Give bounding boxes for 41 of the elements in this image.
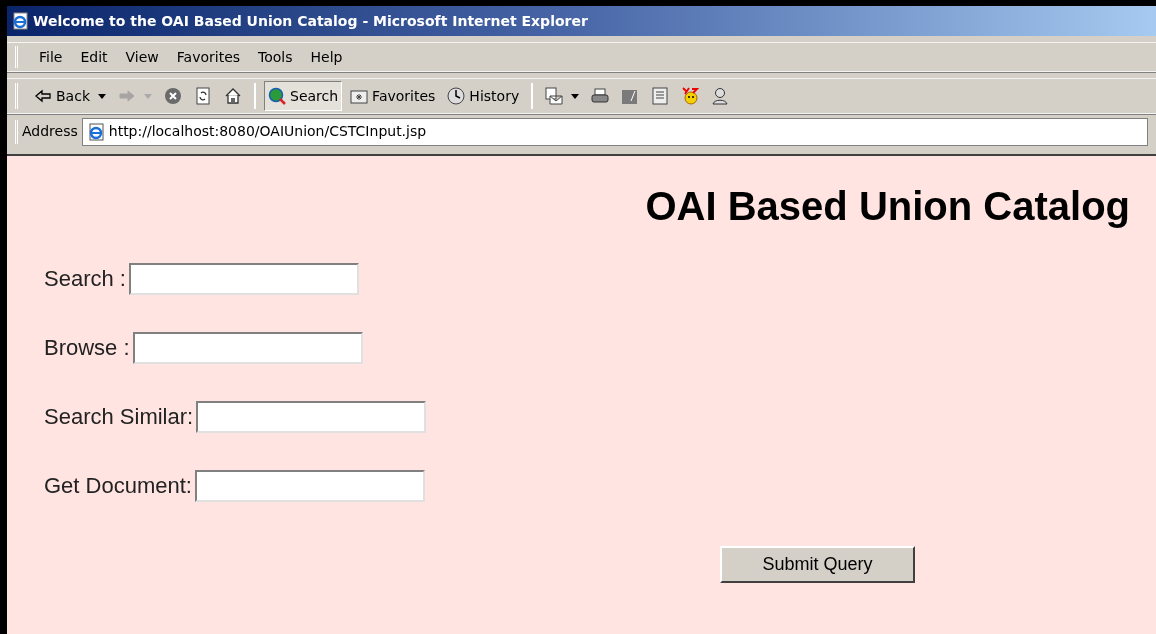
mail-icon	[545, 87, 564, 105]
menu-item[interactable]: View	[116, 44, 168, 70]
field-label: Search Similar:	[44, 403, 194, 431]
text-input[interactable]	[194, 469, 425, 502]
home-icon	[224, 87, 242, 105]
text-input[interactable]	[132, 331, 363, 364]
field-label: Search :	[44, 265, 126, 293]
field-label: Get Document:	[44, 472, 192, 500]
page-heading: OAI Based Union Catalog	[645, 186, 1130, 226]
dropdown-caret-icon	[144, 93, 152, 99]
text-input[interactable]	[196, 400, 427, 433]
menu-item[interactable]: Help	[301, 44, 352, 70]
menu-item[interactable]: Favorites	[167, 44, 250, 70]
history-button[interactable]: History	[443, 81, 524, 111]
edit-icon	[621, 87, 640, 105]
folder-icon	[350, 87, 369, 105]
search-button[interactable]: Search	[264, 81, 343, 111]
refresh-icon	[194, 87, 212, 105]
field-label: Browse :	[44, 334, 130, 362]
dropdown-caret-icon	[571, 93, 580, 99]
document-icon	[651, 87, 670, 105]
page-icon	[86, 122, 105, 141]
favorites-button[interactable]: Favorites	[346, 81, 440, 111]
person-icon	[711, 87, 730, 105]
submit-button[interactable]: Submit Query	[720, 546, 915, 583]
menu-item[interactable]: Tools	[249, 44, 302, 70]
dropdown-caret-icon	[98, 93, 106, 99]
text-input[interactable]	[128, 262, 359, 295]
address-field[interactable]: http://localhost:8080/OAIUnion/CSTCInput.jsp	[81, 117, 1148, 146]
search-icon	[268, 87, 286, 105]
window-title: Welcome to the OAI Based Union Catalog - Microsoft Internet Explorer	[33, 11, 588, 31]
menu-item[interactable]: Edit	[71, 44, 117, 70]
back-button[interactable]: Back	[30, 81, 110, 111]
stop-icon	[164, 87, 182, 105]
back-arrow-icon	[34, 87, 52, 105]
smiley-icon	[681, 87, 700, 105]
browser-logo-icon	[11, 12, 29, 30]
clock-icon	[447, 87, 466, 105]
printer-icon	[591, 87, 610, 105]
address-label: Address	[22, 122, 78, 141]
menu-item[interactable]: File	[30, 44, 72, 70]
